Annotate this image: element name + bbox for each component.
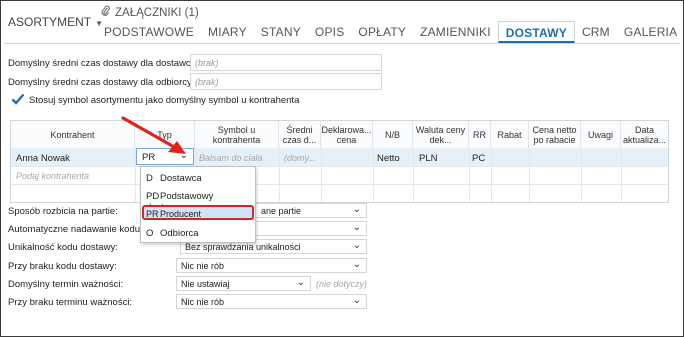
use-symbol-label: Stosuj symbol asortymentu jako domyślny … xyxy=(29,95,300,106)
asortyment-label: ASORTYMENT xyxy=(8,15,92,29)
dropdown-item-odbiorca[interactable]: O Odbiorca xyxy=(142,224,254,242)
chevron-down-icon: ⌄ xyxy=(352,295,361,306)
tab-dostawy[interactable]: DOSTAWY xyxy=(497,21,575,43)
col-header-sredni-czas[interactable]: Średni czas d... xyxy=(279,121,321,148)
tab-miary[interactable]: MIARY xyxy=(201,21,254,43)
cell-waluta[interactable]: PLN xyxy=(419,153,437,164)
dropdown-item-code: O xyxy=(146,228,154,239)
dropdown-item-code: D xyxy=(146,173,153,184)
tab-oplaty[interactable]: OPŁATY xyxy=(351,21,413,43)
tab-crm[interactable]: CRM xyxy=(575,21,617,43)
dropdown-item-dostawca[interactable]: D Dostawca xyxy=(142,169,254,187)
col-divider xyxy=(491,148,492,202)
default-expiry-value: Nie ustawiaj xyxy=(181,279,230,289)
cell-kontrahent[interactable]: Anna Nowak xyxy=(16,153,70,164)
dropdown-item-code: PD xyxy=(146,191,160,202)
col-header-cena-netto[interactable]: Cena netto po rabacie xyxy=(529,121,581,148)
chevron-down-icon: ⌄ xyxy=(352,259,361,270)
asortyment-menu[interactable]: ASORTYMENT ▼ xyxy=(8,15,103,29)
avg-delivery-supplier-label: Domyślny średni czas dostawy dla dostawc… xyxy=(8,58,199,69)
tab-zamienniki[interactable]: ZAMIENNIKI xyxy=(413,21,498,43)
col-divider xyxy=(413,148,414,202)
tab-stany[interactable]: STANY xyxy=(254,21,308,43)
chevron-down-icon: ⌄ xyxy=(352,222,361,233)
col-divider xyxy=(279,148,280,202)
cell-symbol[interactable]: Balsam do ciała xyxy=(199,153,263,163)
dropdown-item-label: Dostawca xyxy=(160,173,202,184)
col-header-data-aktualizacji[interactable]: Data aktualiza... xyxy=(621,121,668,148)
cell-nb[interactable]: Netto xyxy=(377,153,400,164)
no-code-value: Nic nie rób xyxy=(181,261,225,271)
suppliers-grid: Kontrahent Typ Symbol u kontrahenta Śred… xyxy=(10,120,669,203)
uniqueness-label: Unikalność kodu dostawy: xyxy=(8,242,118,253)
row-divider xyxy=(11,166,668,167)
tab-podstawowe[interactable]: PODSTAWOWE xyxy=(97,21,201,43)
split-label: Sposób rozbicia na partie: xyxy=(8,206,118,217)
no-expiry-select[interactable]: Nic nie rób ⌄ xyxy=(176,294,367,309)
col-header-kontrahent[interactable]: Kontrahent xyxy=(11,121,135,148)
red-arrow-annotation xyxy=(121,116,186,154)
col-header-deklarowana-cena[interactable]: Deklarowa... cena xyxy=(321,121,373,148)
split-value: ane partie xyxy=(261,206,302,216)
col-divider xyxy=(321,148,322,202)
default-expiry-select[interactable]: Nie ustawiaj ⌄ xyxy=(176,276,311,291)
col-header-uwagi[interactable]: Uwagi xyxy=(581,121,621,148)
avg-delivery-customer-label: Domyślny średni czas dostawy dla odbiorc… xyxy=(8,77,195,88)
no-code-label: Przy braku kodu dostawy: xyxy=(8,261,117,272)
table-row[interactable] xyxy=(11,148,668,166)
col-header-waluta[interactable]: Waluta ceny dek... xyxy=(413,121,469,148)
no-expiry-label: Przy braku terminu ważności: xyxy=(8,297,133,308)
dropdown-item-code: PR xyxy=(146,209,159,219)
attachments-link[interactable]: ZAŁĄCZNIKI (1) xyxy=(101,5,199,19)
col-header-rr[interactable]: RR xyxy=(469,121,491,148)
no-code-select[interactable]: Nic nie rób ⌄ xyxy=(176,258,367,273)
tab-bar: PODSTAWOWE MIARY STANY OPIS OPŁATY ZAMIE… xyxy=(97,21,684,43)
avg-delivery-customer-field[interactable]: (brak) xyxy=(190,73,382,90)
dropdown-item-label: Odbiorca xyxy=(160,228,199,239)
cell-rr[interactable]: PC xyxy=(472,153,485,164)
checkmark-icon[interactable] xyxy=(11,93,25,105)
cell-sredni-czas[interactable]: (domy... xyxy=(284,153,316,163)
new-kontrahent-placeholder[interactable]: Podaj kontrahenta xyxy=(16,171,89,181)
avg-delivery-supplier-field[interactable]: (brak) xyxy=(190,54,382,71)
uniqueness-value: Bez sprawdzania unikalności xyxy=(185,242,301,252)
auto-code-label: Automatyczne nadawanie kodu d xyxy=(8,224,148,235)
row-divider xyxy=(11,184,668,185)
tab-opis[interactable]: OPIS xyxy=(308,21,351,43)
col-header-nb[interactable]: N/B xyxy=(373,121,413,148)
no-expiry-value: Nic nie rób xyxy=(181,297,225,307)
dropdown-item-producent[interactable]: PRProducent xyxy=(142,205,254,220)
col-divider xyxy=(581,148,582,202)
dropdown-item-label: Producent xyxy=(160,209,202,219)
col-header-symbol[interactable]: Symbol u kontrahenta xyxy=(195,121,279,148)
default-expiry-note: (nie dotyczy) xyxy=(316,279,368,289)
default-expiry-label: Domyślny termin ważności: xyxy=(8,279,124,290)
col-divider xyxy=(373,148,374,202)
chevron-down-icon: ⌄ xyxy=(296,277,305,288)
paperclip-icon xyxy=(101,5,111,19)
typ-dropdown-menu: D Dostawca PDPodstawowy dostawca PRProduc… xyxy=(140,166,256,243)
col-divider xyxy=(529,148,530,202)
chevron-down-icon: ⌄ xyxy=(352,240,361,251)
tab-divider xyxy=(4,43,680,44)
tab-galeria[interactable]: GALERIA xyxy=(617,21,684,43)
attachments-label: ZAŁĄCZNIKI (1) xyxy=(115,7,199,19)
col-header-rabat[interactable]: Rabat xyxy=(491,121,529,148)
chevron-down-icon: ⌄ xyxy=(352,204,361,215)
col-divider xyxy=(469,148,470,202)
col-divider xyxy=(621,148,622,202)
dropdown-item-podstawowy-dostawca[interactable]: PDPodstawowy dostawca xyxy=(142,187,254,213)
